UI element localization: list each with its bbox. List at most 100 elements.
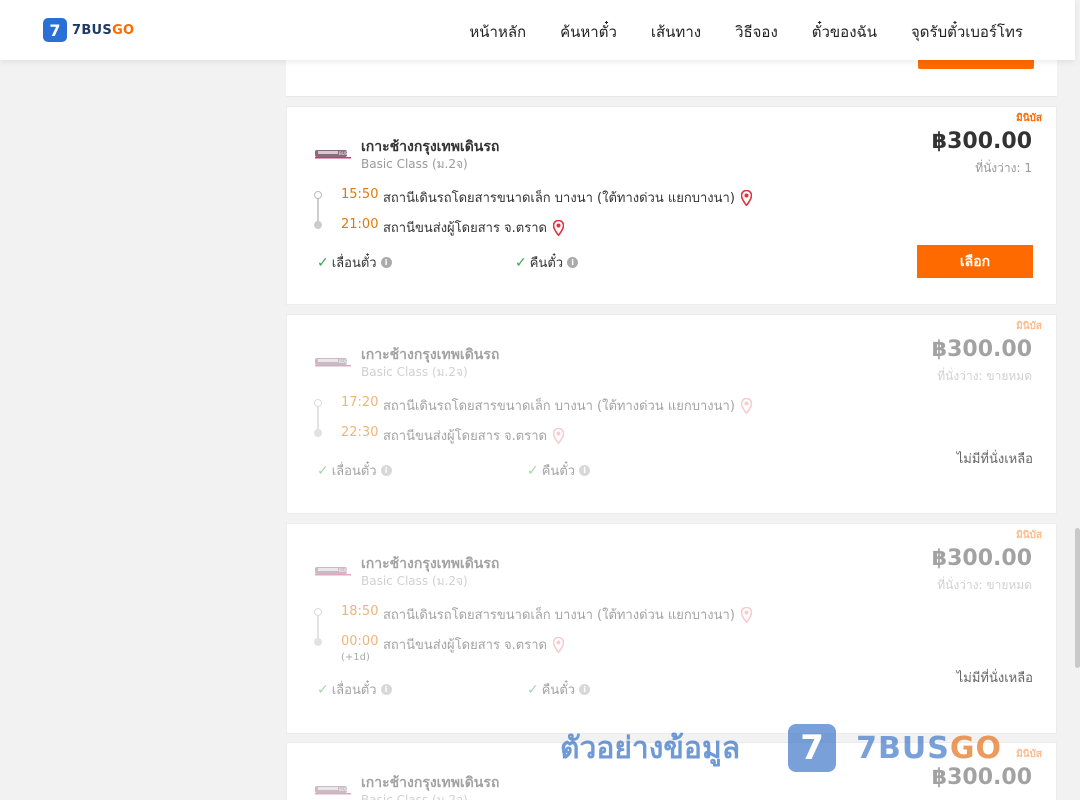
check-icon: ✓ (317, 254, 329, 271)
depart-time: 18:50 (341, 604, 379, 619)
depart-station: สถานีเดินรถโดยสารขนาดเล็ก บางนา (ใต้ทางด… (383, 604, 752, 625)
logo-text: 7BUSGO (72, 22, 135, 38)
service-class: Basic Class (ม.2จ) (361, 793, 468, 800)
sold-out-label: ไม่มีที่นั่งเหลือ (956, 452, 1033, 467)
trip-card: มินิบัส BUS เกาะช้างกรุงเทพเดินรถ Basic … (286, 106, 1057, 305)
operator-logo-icon: BUS (315, 358, 351, 367)
policy-refund-label: คืนตั๋ว (529, 256, 564, 271)
watermark-text: ตัวอย่างข้อมูล (560, 730, 741, 766)
nav-search-ticket[interactable]: ค้นหาตั๋ว (560, 20, 617, 44)
arrive-station-label: สถานีขนส่งผู้โดยสาร จ.ตราด (383, 221, 547, 236)
bus-type-badge: มินิบัส (1016, 530, 1042, 541)
check-icon: ✓ (317, 681, 329, 698)
info-icon[interactable]: i (567, 257, 579, 268)
svg-text:BUS: BUS (339, 787, 348, 792)
service-class: Basic Class (ม.2จ) (361, 157, 468, 171)
depart-station: สถานีเดินรถโดยสารขนาดเล็ก บางนา (ใต้ทางด… (383, 187, 752, 208)
policy-change: ✓ เลื่อนตั๋ว i (317, 252, 392, 273)
check-icon: ✓ (317, 462, 329, 479)
trip-price: ฿300.00 (931, 129, 1032, 154)
main-nav: หน้าหลัก ค้นหาตั๋ว เส้นทาง วิธีจอง ตั๋วข… (469, 20, 1023, 44)
policy-refund: ✓ คืนตั๋ว i (527, 460, 591, 481)
site-logo[interactable]: 7 7BUSGO (43, 18, 134, 42)
bus-type-badge: มินิบัส (1016, 321, 1042, 332)
scrollbar-thumb[interactable] (1075, 528, 1080, 668)
map-pin-icon[interactable] (740, 397, 752, 414)
top-header: 7 7BUSGO หน้าหลัก ค้นหาตั๋ว เส้นทาง วิธี… (0, 0, 1075, 60)
depart-station-label: สถานีเดินรถโดยสารขนาดเล็ก บางนา (ใต้ทางด… (383, 191, 735, 206)
arrive-station: สถานีขนส่งผู้โดยสาร จ.ตราด (383, 634, 564, 655)
trip-card: มินิบัส BUS เกาะช้างกรุงเทพเดินรถ Basic … (286, 314, 1057, 514)
seats-available: ที่นั่งว่าง: 1 (975, 161, 1032, 175)
policy-change: ✓ เลื่อนตั๋ว i (317, 679, 392, 700)
policy-change-label: เลื่อนตั๋ว (331, 256, 377, 271)
trip-price: ฿300.00 (931, 546, 1032, 571)
depart-station: สถานีเดินรถโดยสารขนาดเล็ก บางนา (ใต้ทางด… (383, 395, 752, 416)
check-icon: ✓ (527, 681, 539, 698)
watermark-logo-mark: 7 (788, 724, 837, 772)
nav-pickup-points[interactable]: จุดรับตั๋วเบอร์โทร (911, 20, 1023, 44)
nav-home[interactable]: หน้าหลัก (469, 20, 526, 44)
arrive-time: 00:00 (341, 634, 379, 649)
depart-time: 17:20 (341, 395, 379, 410)
arrive-time: 21:00 (341, 217, 379, 232)
check-icon: ✓ (527, 462, 539, 479)
logo-mark: 7 (43, 18, 67, 42)
depart-station-label: สถานีเดินรถโดยสารขนาดเล็ก บางนา (ใต้ทางด… (383, 399, 735, 414)
depart-station-label: สถานีเดินรถโดยสารขนาดเล็ก บางนา (ใต้ทางด… (383, 608, 735, 623)
policy-refund-label: คืนตั๋ว (541, 464, 576, 479)
arrive-station: สถานีขนส่งผู้โดยสาร จ.ตราด (383, 217, 564, 238)
sample-data-watermark: ตัวอย่างข้อมูล 7 7BUSGO (560, 724, 1002, 772)
depart-dot-icon (314, 191, 322, 199)
depart-dot-icon (314, 608, 322, 616)
sold-out-label: ไม่มีที่นั่งเหลือ (956, 671, 1033, 686)
service-class: Basic Class (ม.2จ) (361, 574, 468, 588)
map-pin-icon[interactable] (552, 636, 564, 653)
trip-price: ฿300.00 (931, 337, 1032, 362)
svg-text:BUS: BUS (339, 568, 348, 573)
nav-my-tickets[interactable]: ตั๋วของฉัน (812, 20, 877, 44)
scrollbar-track[interactable] (1075, 0, 1080, 800)
info-icon[interactable]: i (380, 257, 392, 268)
map-pin-icon[interactable] (740, 189, 752, 206)
bus-type-badge: มินิบัส (1016, 749, 1042, 760)
operator-logo-icon: BUS (315, 567, 351, 576)
arrive-station-label: สถานีขนส่งผู้โดยสาร จ.ตราด (383, 429, 547, 444)
map-pin-icon[interactable] (740, 606, 752, 623)
operator-logo-icon: BUS (315, 150, 351, 159)
map-pin-icon[interactable] (552, 219, 564, 236)
arrive-station: สถานีขนส่งผู้โดยสาร จ.ตราด (383, 425, 564, 446)
watermark-brand: 7BUSGO (856, 730, 1002, 766)
depart-time: 15:50 (341, 187, 379, 202)
info-icon[interactable]: i (579, 684, 591, 695)
arrive-station-label: สถานีขนส่งผู้โดยสาร จ.ตราด (383, 638, 547, 653)
service-class: Basic Class (ม.2จ) (361, 365, 468, 379)
nav-how-to-book[interactable]: วิธีจอง (735, 20, 778, 44)
arrive-time: 22:30 (341, 425, 379, 440)
depart-dot-icon (314, 399, 322, 407)
policy-change-label: เลื่อนตั๋ว (331, 464, 377, 479)
select-button-previous[interactable] (918, 60, 1034, 69)
svg-text:BUS: BUS (339, 359, 348, 364)
map-pin-icon[interactable] (552, 427, 564, 444)
policy-refund: ✓ คืนตั๋ว i (527, 679, 591, 700)
operator-logo-icon: BUS (315, 786, 351, 795)
seats-available: ที่นั่งว่าง: ขายหมด (937, 369, 1032, 383)
bus-type-badge: มินิบัส (1016, 113, 1042, 124)
arrive-dot-icon (314, 429, 322, 437)
check-icon: ✓ (515, 254, 527, 271)
policy-change-label: เลื่อนตั๋ว (331, 683, 377, 698)
info-icon[interactable]: i (380, 465, 392, 476)
info-icon[interactable]: i (380, 684, 392, 695)
info-icon[interactable]: i (579, 465, 591, 476)
policy-refund-label: คืนตั๋ว (541, 683, 576, 698)
trip-card: มินิบัส BUS เกาะช้างกรุงเทพเดินรถ Basic … (286, 523, 1057, 734)
arrive-dot-icon (314, 221, 322, 229)
seats-available: ที่นั่งว่าง: ขายหมด (937, 578, 1032, 592)
select-button[interactable]: เลือก (917, 245, 1033, 278)
nav-routes[interactable]: เส้นทาง (651, 20, 701, 44)
svg-text:BUS: BUS (339, 151, 348, 156)
policy-change: ✓ เลื่อนตั๋ว i (317, 460, 392, 481)
next-day-indicator: (+1d) (341, 652, 370, 663)
arrive-dot-icon (314, 638, 322, 646)
